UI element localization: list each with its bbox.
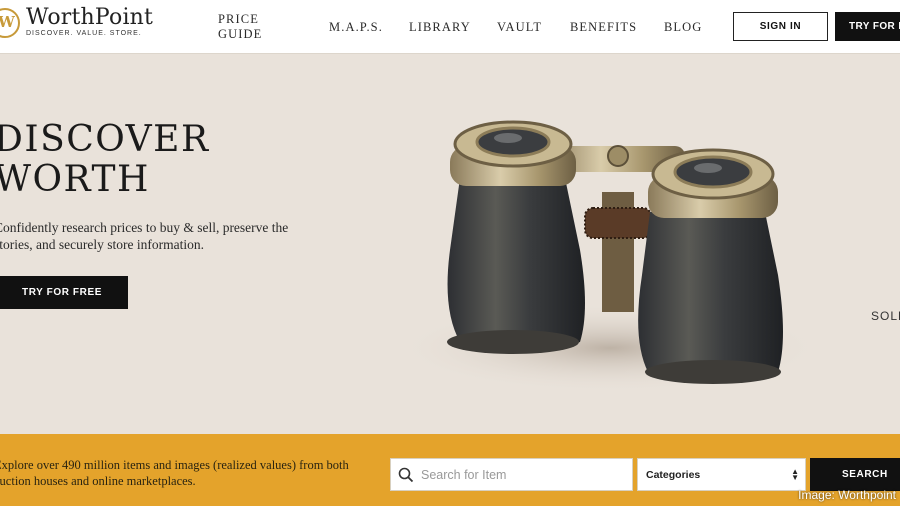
nav-maps[interactable]: M.A.P.S.: [329, 20, 383, 35]
hero-title-line1: DISCOVER: [0, 119, 210, 160]
logo-tagline: DISCOVER. VALUE. STORE.: [26, 30, 142, 37]
hero-try-free-button[interactable]: TRY FOR FREE: [0, 276, 128, 309]
search-button[interactable]: SEARCH: [810, 458, 900, 491]
logo[interactable]: WorthPoint DISCOVER. VALUE. STORE.: [0, 4, 153, 38]
chevron-updown-icon: ▲ ▼: [791, 466, 799, 482]
nav-library[interactable]: LIBRARY: [409, 20, 471, 35]
hero-subtitle: Confidently research prices to buy & sel…: [0, 220, 289, 252]
sign-in-button[interactable]: SIGN IN: [733, 12, 828, 41]
nav-vault[interactable]: VAULT: [497, 20, 542, 35]
categories-selected: Categories: [646, 468, 701, 481]
image-credit: Image: Worthpoint: [798, 488, 896, 502]
search-band: Explore over 490 million items and image…: [0, 434, 900, 506]
search-input[interactable]: [421, 467, 621, 482]
binoculars-image: [395, 120, 820, 393]
nav-benefits[interactable]: BENEFITS: [570, 20, 637, 35]
nav-blog[interactable]: BLOG: [664, 20, 702, 35]
search-description: Explore over 490 million items and image…: [0, 458, 349, 488]
nav-price-guide[interactable]: PRICE GUIDE: [218, 12, 262, 42]
categories-select[interactable]: Categories ▲ ▼: [637, 458, 806, 491]
worthpoint-logo-icon: [0, 8, 20, 38]
hero-title: DISCOVER WORTH: [0, 120, 210, 200]
search-box[interactable]: [390, 458, 633, 491]
sold-label: SOLD: [871, 309, 900, 323]
search-icon: [391, 467, 421, 483]
site-header: WorthPoint DISCOVER. VALUE. STORE. PRICE…: [0, 0, 900, 54]
hero-title-line2: WORTH: [0, 159, 150, 200]
header-try-free-button[interactable]: TRY FOR FREE: [835, 12, 900, 41]
logo-name: WorthPoint: [26, 5, 154, 30]
